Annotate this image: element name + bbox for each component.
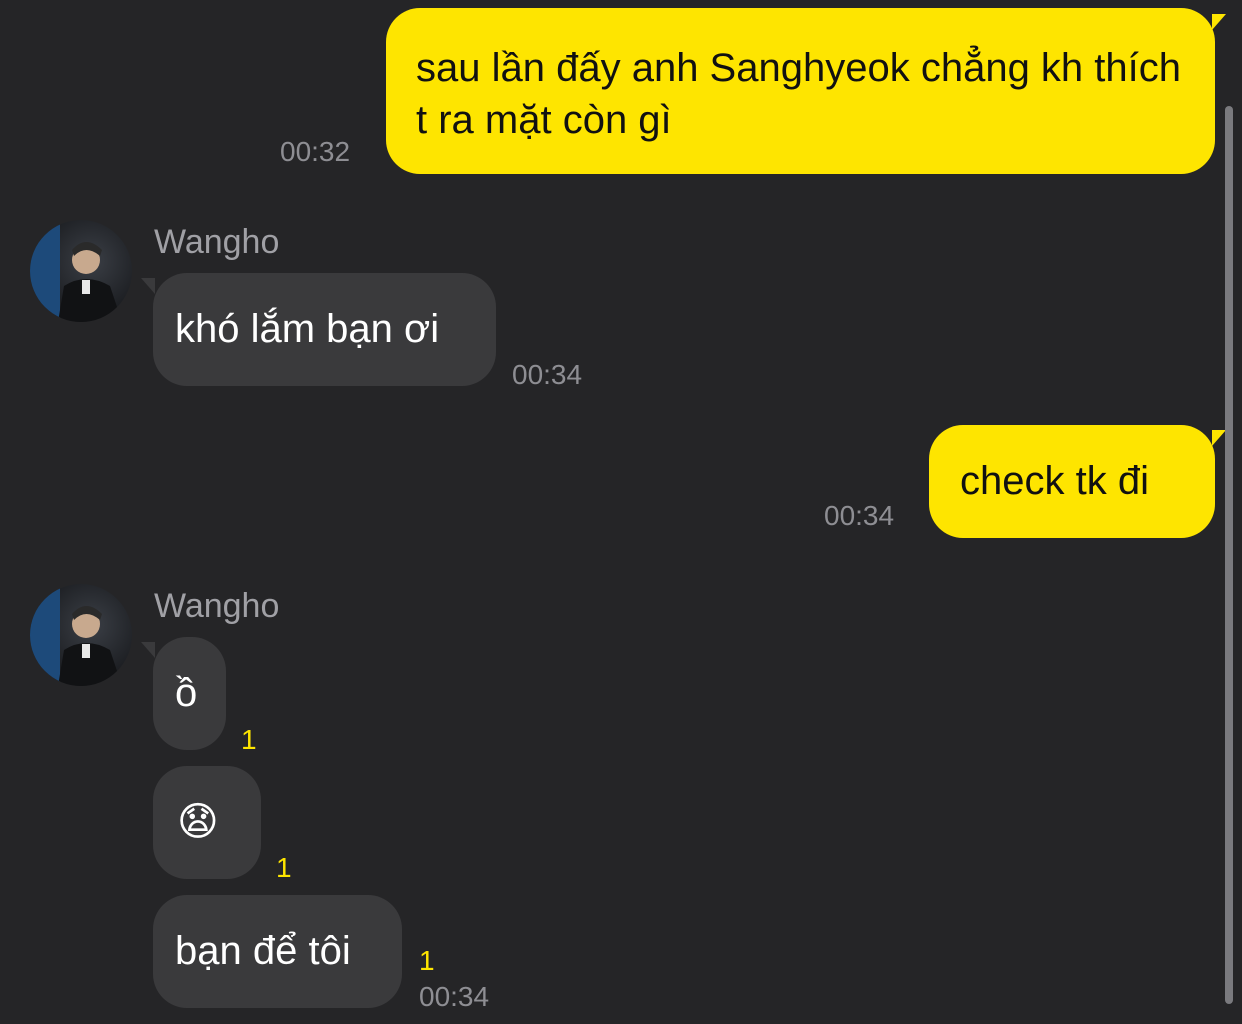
message-text: check tk đi <box>960 459 1149 503</box>
unread-count: 1 <box>419 945 435 976</box>
bubble-tail <box>1212 14 1226 30</box>
incoming-message-bubble[interactable]: 😧 <box>153 766 261 879</box>
bubble-tail <box>1212 430 1226 446</box>
message-text: ồ <box>175 671 198 715</box>
unread-count: 1 <box>241 724 257 755</box>
sender-name: Wangho <box>154 223 280 261</box>
message-time: 00:34 <box>824 500 895 531</box>
incoming-message-bubble[interactable]: ồ <box>153 637 226 750</box>
message-text: sau lần đấy anh Sanghyeok chẳng kh thích… <box>416 46 1181 142</box>
message-time: 00:34 <box>512 359 583 390</box>
sender-name: Wangho <box>154 587 280 625</box>
scrollbar[interactable] <box>1225 106 1233 1004</box>
message-text: bạn để tôi <box>175 929 351 973</box>
emoji-anguished-face-icon: 😧 <box>177 799 219 845</box>
outgoing-message-bubble[interactable]: sau lần đấy anh Sanghyeok chẳng kh thích… <box>386 8 1215 174</box>
message-text: khó lắm bạn ơi <box>175 307 440 351</box>
message-time: 00:32 <box>280 136 351 167</box>
incoming-message-bubble[interactable]: bạn để tôi <box>153 895 402 1008</box>
incoming-message-bubble[interactable]: khó lắm bạn ơi <box>153 273 496 386</box>
bubble-tail <box>141 278 155 294</box>
unread-count: 1 <box>276 852 292 883</box>
bubble-tail <box>141 642 155 658</box>
avatar-icon[interactable] <box>30 220 132 322</box>
avatar-icon[interactable] <box>30 584 132 686</box>
outgoing-message-bubble[interactable]: check tk đi <box>929 425 1215 538</box>
message-time: 00:34 <box>419 981 490 1012</box>
